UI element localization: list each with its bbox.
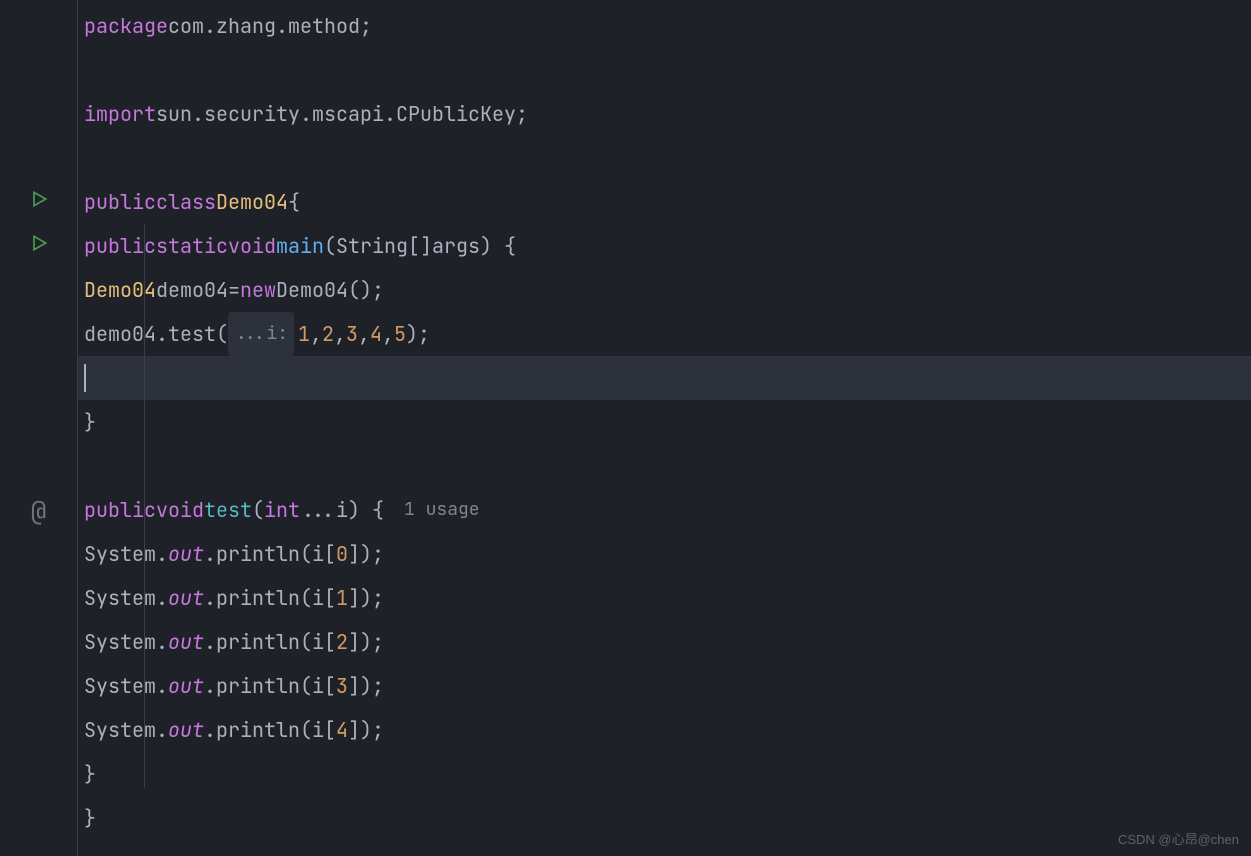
editor-container: @ package com.zhang.method; import sun.s… [0,0,1251,856]
run-method-icon[interactable] [29,233,49,259]
code-line-current[interactable] [78,356,1251,400]
code-line[interactable]: } [78,752,1251,796]
code-line[interactable]: import sun.security.mscapi.CPublicKey; [78,92,1251,136]
cursor-icon [84,364,86,392]
code-line[interactable]: public class Demo04 { [78,180,1251,224]
code-line[interactable]: System.out.println(i[0]); [78,532,1251,576]
code-line[interactable]: package com.zhang.method; [78,4,1251,48]
parameter-hint: ...i: [228,312,294,356]
code-line[interactable] [78,444,1251,488]
usage-hint[interactable]: 1 usage [384,488,480,532]
code-line[interactable]: } [78,796,1251,840]
keyword-import: import [84,92,156,136]
code-line[interactable]: System.out.println(i[4]); [78,708,1251,752]
code-line[interactable]: System.out.println(i[2]); [78,620,1251,664]
watermark: CSDN @心昂@chen [1118,829,1239,848]
code-line[interactable]: Demo04 demo04 = new Demo04(); [78,268,1251,312]
code-line[interactable] [78,48,1251,92]
run-class-icon[interactable] [29,189,49,215]
code-line[interactable]: demo04.test( ...i:1,2,3,4,5); [78,312,1251,356]
gutter: @ [0,0,78,856]
code-line[interactable]: } [78,400,1251,444]
override-icon[interactable]: @ [31,493,47,528]
indent-guide [144,224,145,788]
code-area[interactable]: package com.zhang.method; import sun.sec… [78,0,1251,856]
class-name: Demo04 [216,180,288,224]
code-line[interactable]: public static void main(String[] args) { [78,224,1251,268]
package-name: com.zhang.method [168,4,360,48]
code-line[interactable] [78,136,1251,180]
code-line[interactable]: public void test(int ...i) {1 usage [78,488,1251,532]
code-line[interactable]: System.out.println(i[1]); [78,576,1251,620]
code-line[interactable]: System.out.println(i[3]); [78,664,1251,708]
method-test: test [204,488,252,532]
import-name: sun.security.mscapi.CPublicKey [156,92,516,136]
keyword-package: package [84,4,168,48]
method-main: main [276,224,324,268]
